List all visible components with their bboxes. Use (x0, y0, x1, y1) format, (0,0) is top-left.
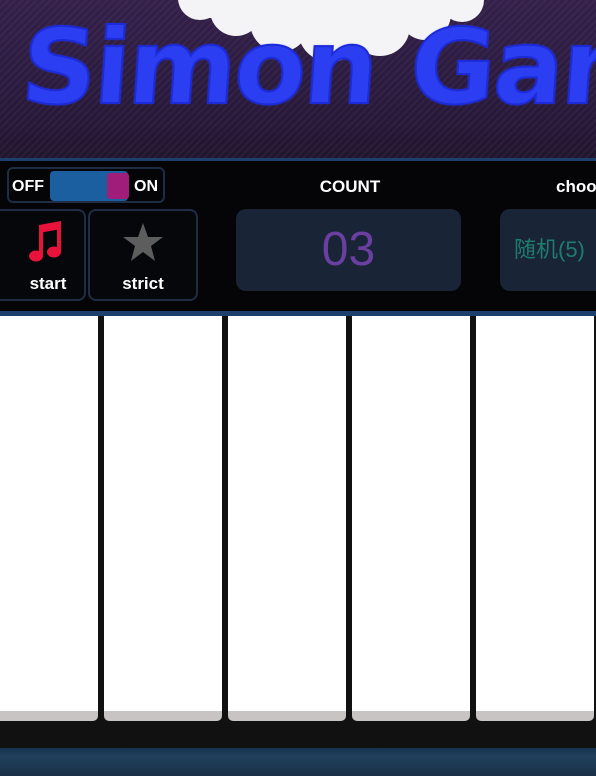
star-icon (90, 221, 196, 270)
power-toggle-knob[interactable] (107, 173, 129, 199)
keyboard (0, 316, 596, 750)
piano-key-5[interactable] (476, 316, 594, 721)
power-on-label: ON (134, 178, 158, 195)
bottom-bar (0, 748, 596, 776)
piano-key-1[interactable] (0, 316, 98, 721)
control-panel: OFF ON COUNT choo start strict 03 随机(5) (0, 161, 596, 311)
choose-label: choo (556, 177, 596, 196)
header: Simon Game (0, 0, 596, 158)
power-off-label: OFF (12, 178, 44, 195)
piano-key-2[interactable] (104, 316, 222, 721)
start-label: start (29, 274, 67, 293)
choose-select[interactable]: 随机(5) (500, 209, 596, 291)
start-button[interactable]: start (0, 209, 86, 301)
power-toggle-track[interactable] (50, 171, 129, 201)
page-title: Simon Game (17, 5, 596, 129)
piano-key-3[interactable] (228, 316, 346, 721)
strict-label: strict (122, 274, 164, 293)
strict-button[interactable]: strict (88, 209, 198, 301)
count-display: 03 (236, 209, 461, 291)
music-note-icon (0, 221, 84, 270)
count-label: COUNT (319, 177, 381, 196)
piano-key-4[interactable] (352, 316, 470, 721)
power-switch[interactable]: OFF ON (7, 167, 165, 203)
